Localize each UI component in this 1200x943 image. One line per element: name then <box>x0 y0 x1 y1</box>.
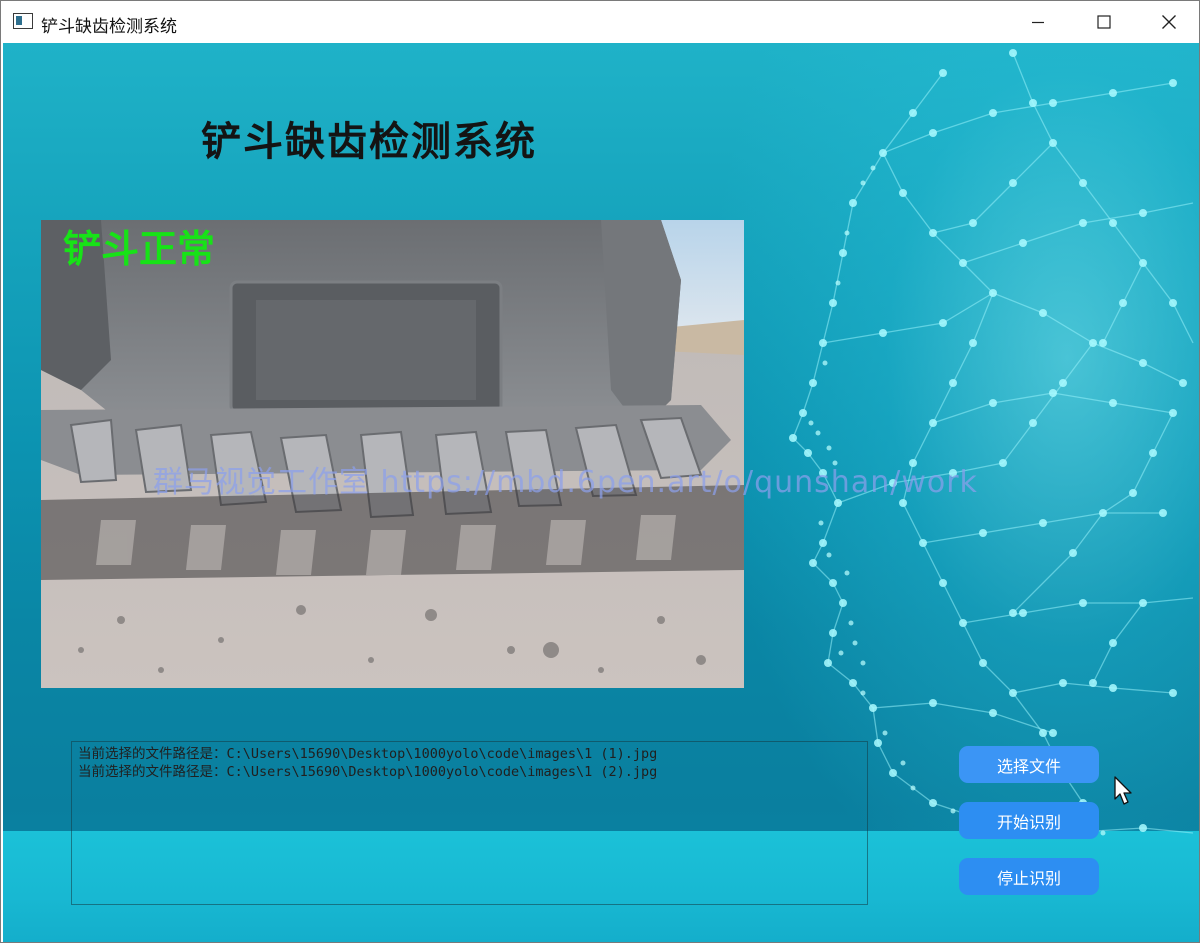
close-button[interactable] <box>1136 1 1199 43</box>
page-title: 铲斗缺齿检测系统 <box>201 119 537 165</box>
watermark-text: 群马视觉工作室 https://mbd.6pen.art/o/qunshan/w… <box>153 465 978 500</box>
title-bar: 铲斗缺齿检测系统 <box>1 1 1199 43</box>
log-output-box[interactable]: 当前选择的文件路径是：C:\Users\15690\Desktop\1000yo… <box>71 741 868 905</box>
maximize-icon <box>1097 15 1111 29</box>
log-line: 当前选择的文件路径是：C:\Users\15690\Desktop\1000yo… <box>78 764 658 780</box>
minimize-button[interactable] <box>1005 1 1071 43</box>
app-window: 铲斗缺齿检测系统 铲斗缺齿检测系统 铲斗正常 群马视觉工作室 https://m… <box>0 0 1200 943</box>
stop-detection-button[interactable]: 停止识别 <box>959 858 1099 895</box>
app-window-icon <box>13 13 33 29</box>
window-title: 铲斗缺齿检测系统 <box>41 17 177 37</box>
close-icon <box>1162 15 1176 29</box>
mouse-pointer-icon <box>1114 776 1132 805</box>
maximize-button[interactable] <box>1071 1 1137 43</box>
detection-image: 铲斗正常 <box>41 220 744 688</box>
excavator-bucket-photo <box>41 220 744 688</box>
main-panel: 铲斗缺齿检测系统 铲斗正常 群马视觉工作室 https://mbd.6pen.a… <box>3 43 1199 942</box>
minimize-icon <box>1032 21 1044 24</box>
log-line: 当前选择的文件路径是：C:\Users\15690\Desktop\1000yo… <box>78 746 658 762</box>
detection-status-label: 铲斗正常 <box>63 227 216 271</box>
select-file-button[interactable]: 选择文件 <box>959 746 1099 783</box>
start-detection-button[interactable]: 开始识别 <box>959 802 1099 839</box>
